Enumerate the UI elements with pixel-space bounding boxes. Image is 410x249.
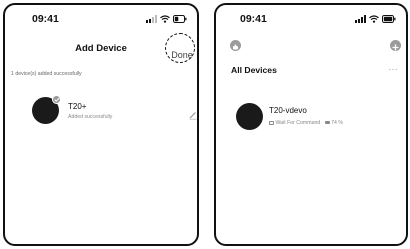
wifi-icon — [160, 15, 170, 23]
status-time: 09:41 — [240, 13, 267, 25]
status-time: 09:41 — [32, 13, 59, 25]
device-list-item[interactable]: T20+ Added successfully — [5, 95, 197, 127]
battery-icon — [173, 15, 187, 23]
page-title: All Devices — [231, 65, 277, 75]
battery-small-icon — [324, 120, 330, 125]
status-bar: 09:41 — [5, 5, 197, 27]
device-name: T20+ — [68, 102, 87, 111]
edit-icon[interactable] — [188, 107, 197, 120]
wifi-icon — [369, 15, 379, 23]
all-devices-screen: 09:41 All Devices ··· T20-vdevo Wait For… — [214, 3, 408, 246]
signal-icon — [146, 15, 157, 23]
device-list-item[interactable]: T20-vdevo Wait For Command 74 % — [216, 103, 406, 133]
robot-icon[interactable] — [230, 40, 241, 51]
add-icon[interactable] — [390, 40, 401, 51]
add-device-screen: 09:41 Add Device Done 1 device(s) added … — [3, 3, 199, 246]
status-bar: 09:41 — [216, 5, 406, 27]
more-icon[interactable]: ··· — [389, 65, 399, 74]
device-info: Wait For Command 74 % — [269, 120, 343, 126]
device-name: T20-vdevo — [269, 106, 307, 115]
device-status: Added successfully — [68, 114, 113, 120]
signal-icon — [355, 15, 366, 23]
header: Add Device Done — [5, 33, 197, 63]
battery-icon — [382, 15, 396, 23]
status-icons — [355, 14, 396, 23]
done-button[interactable]: Done — [167, 50, 197, 60]
device-battery: 74 % — [331, 120, 343, 126]
status-icons — [146, 14, 187, 23]
check-icon — [52, 95, 61, 104]
mode-icon — [269, 120, 274, 125]
device-avatar — [236, 103, 263, 130]
success-message: 1 device(s) added successfully — [11, 71, 82, 77]
device-mode: Wait For Command — [275, 120, 321, 126]
